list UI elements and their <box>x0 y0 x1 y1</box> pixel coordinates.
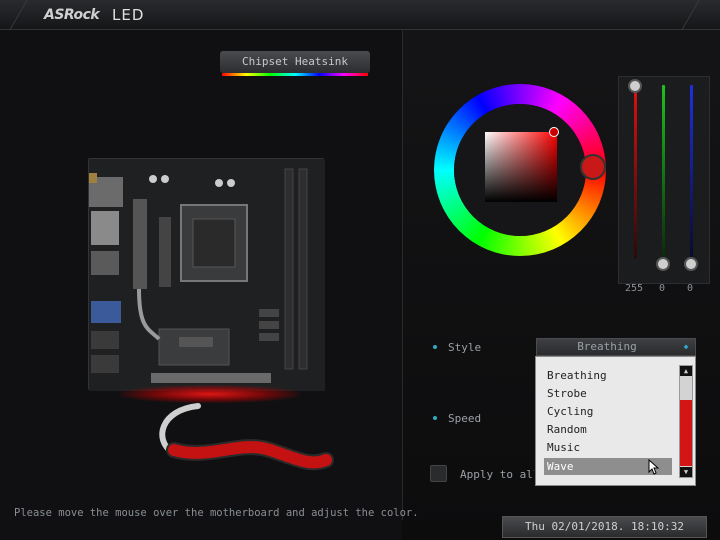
led-strip-image <box>159 403 334 471</box>
saturation-value-square[interactable] <box>485 132 557 202</box>
scrollbar-thumb[interactable] <box>680 400 692 466</box>
scroll-down-icon[interactable]: ▼ <box>680 467 692 477</box>
style-selected-value: Breathing <box>577 340 637 353</box>
speed-label: Speed <box>448 412 482 425</box>
blue-value: 0 <box>686 283 694 294</box>
blue-slider-knob[interactable] <box>684 257 698 271</box>
speed-bullet <box>433 416 437 420</box>
style-option-breathing[interactable]: Breathing <box>544 367 672 384</box>
zone-label: Chipset Heatsink <box>220 51 370 73</box>
style-dropdown-list: Breathing Strobe Cycling Random Music Wa… <box>535 356 696 486</box>
green-value: 0 <box>658 283 666 294</box>
datetime-display: Thu 02/01/2018. 18:10:32 <box>502 516 707 538</box>
style-option-strobe[interactable]: Strobe <box>544 385 672 402</box>
mouse-cursor-icon <box>648 459 660 475</box>
titlebar-decoration <box>681 0 700 30</box>
asrock-logo: ASRock <box>44 7 100 23</box>
pane-divider <box>402 30 403 520</box>
red-value: 255 <box>624 283 644 294</box>
style-option-music[interactable]: Music <box>544 439 672 456</box>
saturation-handle[interactable] <box>549 127 559 137</box>
style-option-cycling[interactable]: Cycling <box>544 403 672 420</box>
window-title: LED <box>112 6 145 24</box>
scroll-up-icon[interactable]: ▲ <box>680 366 692 376</box>
asrock-led-window: ASRock LED Chipset Heatsink Please move … <box>0 0 720 540</box>
apply-all-checkbox[interactable] <box>430 465 447 482</box>
apply-all-label: Apply to all <box>460 468 534 481</box>
green-slider-track[interactable] <box>662 85 665 259</box>
titlebar-decoration <box>9 0 28 30</box>
rgb-slider-panel <box>618 76 710 284</box>
style-bullet <box>433 345 437 349</box>
style-option-random[interactable]: Random <box>544 421 672 438</box>
instruction-text: Please move the mouse over the motherboa… <box>14 507 419 519</box>
motherboard-drawing <box>75 159 325 391</box>
hue-handle[interactable] <box>580 154 606 180</box>
green-slider-knob[interactable] <box>656 257 670 271</box>
blue-slider-track[interactable] <box>690 85 693 259</box>
red-slider-track[interactable] <box>634 85 637 259</box>
motherboard-image[interactable] <box>75 158 325 391</box>
title-bar: ASRock LED <box>0 0 720 30</box>
chevron-down-icon[interactable]: ◆ <box>679 341 693 353</box>
dropdown-scrollbar[interactable]: ▲ ▼ <box>679 365 693 478</box>
style-label: Style <box>448 341 482 354</box>
red-slider-knob[interactable] <box>628 79 642 93</box>
style-select[interactable]: Breathing ◆ <box>536 338 696 356</box>
zone-rgb-bar <box>222 73 368 76</box>
